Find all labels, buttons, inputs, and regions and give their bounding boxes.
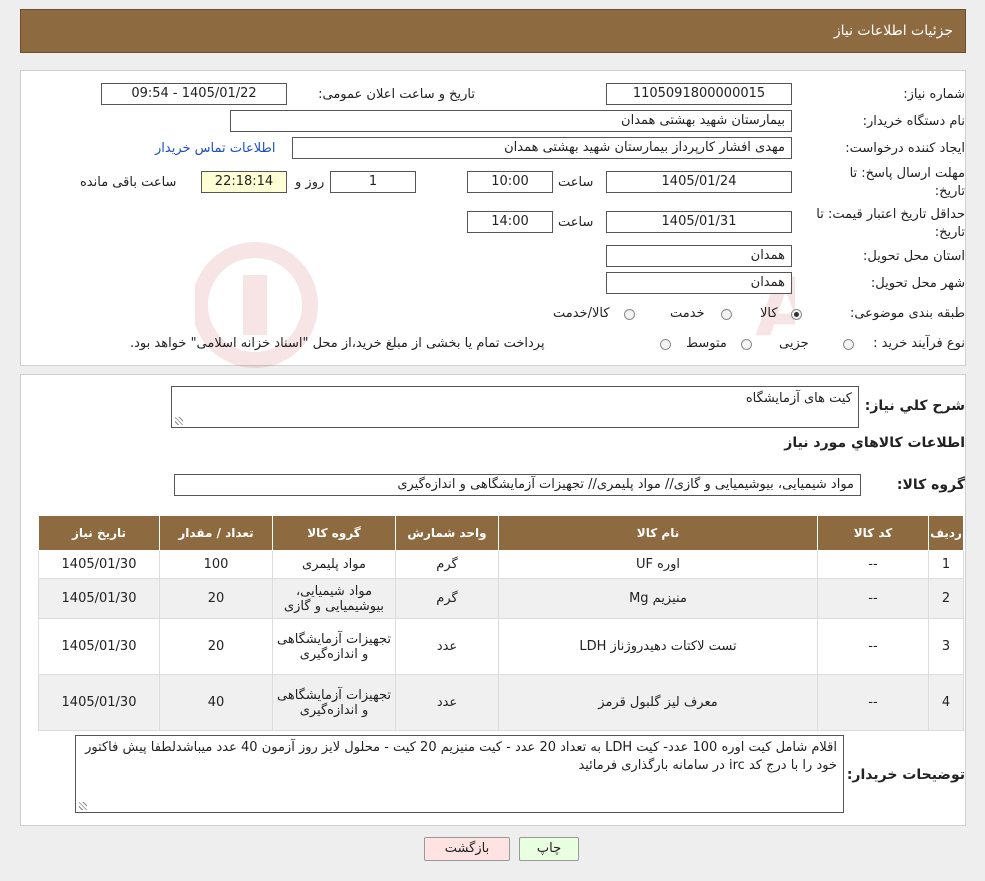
category-service-label: خدمت (670, 306, 705, 321)
col-group: گروه کالا (272, 515, 396, 551)
col-date: تاریخ نیاز (38, 515, 160, 551)
table-header-row: رديف کد کالا نام کالا واحد شمارش گروه کا… (38, 515, 964, 551)
goods-group-label: گروه کالا: (896, 477, 965, 493)
resize-grip-icon[interactable] (79, 802, 87, 810)
cell-unit: گرم (395, 578, 499, 619)
process-medium-label: متوسط (686, 336, 727, 351)
reply-date-field: 1405/01/24 (606, 171, 792, 193)
category-goods-radio[interactable] (791, 309, 802, 320)
cell-name: تست لاکتات دهیدروژناز LDH (498, 618, 818, 675)
cell-group: مواد شیمیایی، بیوشیمیایی و گازی (272, 578, 396, 619)
need-number-label: شماره نیاز: (903, 87, 965, 102)
cell-code: -- (817, 550, 929, 579)
summary-textarea[interactable]: کیت های آزمایشگاه (171, 386, 859, 428)
page-title: جزئیات اطلاعات نیاز (833, 23, 953, 39)
col-qty: تعداد / مقدار (159, 515, 273, 551)
table-row: 3 -- تست لاکتات دهیدروژناز LDH عدد تجهیز… (38, 618, 964, 675)
cell-code: -- (817, 674, 929, 731)
buyer-notes-text: اقلام شامل کیت اوره 100 عدد- کیت LDH به … (85, 740, 837, 773)
cell-name: اوره UF (498, 550, 818, 579)
need-number-field: 1105091800000015 (606, 83, 792, 105)
cell-code: -- (817, 618, 929, 675)
cell-row-number: 3 (928, 618, 964, 675)
reply-deadline-label-2: تاریخ: (934, 184, 965, 199)
cell-date: 1405/01/30 (38, 618, 160, 675)
category-label: طبقه بندی موضوعی: (849, 306, 965, 321)
price-validity-label-2: تاریخ: (934, 225, 965, 240)
province-label: استان محل تحویل: (863, 249, 965, 264)
cell-unit: عدد (395, 674, 499, 731)
announce-label: تاریخ و ساعت اعلان عمومی: (318, 87, 475, 102)
category-service-radio[interactable] (721, 309, 732, 320)
process-medium-radio[interactable] (741, 339, 752, 350)
remaining-time-field: 22:18:14 (201, 171, 287, 193)
remaining-time-label: ساعت باقی مانده (80, 175, 177, 190)
buyer-notes-textarea[interactable]: اقلام شامل کیت اوره 100 عدد- کیت LDH به … (75, 735, 844, 813)
col-name: نام کالا (498, 515, 818, 551)
reply-time-field: 10:00 (467, 171, 553, 193)
cell-group: مواد پلیمری (272, 550, 396, 579)
reply-days-field: 1 (330, 171, 416, 193)
cell-qty: 20 (159, 578, 273, 619)
price-validity-label: حداقل تاریخ اعتبار قیمت: تا (816, 207, 965, 222)
summary-text: کیت های آزمایشگاه (745, 391, 852, 406)
buyer-notes-label: توضیحات خریدار: (846, 767, 965, 783)
page-header: جزئیات اطلاعات نیاز (20, 9, 966, 53)
col-row-number: رديف (928, 515, 964, 551)
reply-deadline-label: مهلت ارسال پاسخ: تا (849, 166, 965, 181)
announce-field: 1405/01/22 - 09:54 (101, 83, 287, 105)
process-treasury-radio[interactable] (660, 339, 671, 350)
cell-name: معرف لیز گلبول قرمز (498, 674, 818, 731)
cell-row-number: 1 (928, 550, 964, 579)
price-validity-time-field: 14:00 (467, 211, 553, 233)
table-row: 2 -- منیزیم Mg گرم مواد شیمیایی، بیوشیمی… (38, 578, 964, 619)
back-button[interactable]: بازگشت (424, 837, 510, 861)
requester-label: ایجاد کننده درخواست: (845, 141, 965, 156)
cell-unit: عدد (395, 618, 499, 675)
cell-row-number: 4 (928, 674, 964, 731)
resize-grip-icon[interactable] (175, 417, 183, 425)
process-note: پرداخت تمام یا بخشی از مبلغ خرید،از محل … (130, 336, 545, 351)
print-button[interactable]: چاپ (519, 837, 579, 861)
requester-field: مهدی افشار کارپرداز بیمارستان شهید بهشتی… (292, 137, 792, 159)
process-label: نوع فرآیند خرید : (873, 336, 965, 351)
category-goods-service-label: کالا/خدمت (553, 306, 610, 321)
cell-date: 1405/01/30 (38, 550, 160, 579)
process-minor-label: جزیی (779, 336, 809, 351)
province-field: همدان (606, 245, 792, 267)
buyer-org-field: بیمارستان شهید بهشتی همدان (230, 110, 792, 132)
col-code: کد کالا (817, 515, 929, 551)
buyer-contact-link[interactable]: اطلاعات تماس خریدار (155, 141, 275, 156)
goods-info-title: اطلاعات کالاهاي مورد نياز (784, 435, 965, 451)
cell-unit: گرم (395, 550, 499, 579)
category-goods-service-radio[interactable] (624, 309, 635, 320)
summary-label: شرح کلي نياز: (864, 398, 965, 414)
buyer-org-label: نام دستگاه خریدار: (862, 114, 965, 129)
cell-row-number: 2 (928, 578, 964, 619)
cell-qty: 20 (159, 618, 273, 675)
cell-date: 1405/01/30 (38, 578, 160, 619)
table-row: 4 -- معرف لیز گلبول قرمز عدد تجهیزات آزم… (38, 674, 964, 731)
price-validity-time-label: ساعت (558, 215, 594, 230)
city-label: شهر محل تحویل: (870, 276, 965, 291)
cell-code: -- (817, 578, 929, 619)
cell-group: تجهیزات آزمایشگاهی و اندازه‌گیری (272, 674, 396, 731)
city-field: همدان (606, 272, 792, 294)
reply-time-label: ساعت (558, 175, 594, 190)
cell-group: تجهیزات آزمایشگاهی و اندازه‌گیری (272, 618, 396, 675)
col-unit: واحد شمارش (395, 515, 499, 551)
category-goods-label: کالا (760, 306, 778, 321)
table-row: 1 -- اوره UF گرم مواد پلیمری 100 1405/01… (38, 550, 964, 579)
cell-qty: 100 (159, 550, 273, 579)
cell-name: منیزیم Mg (498, 578, 818, 619)
cell-qty: 40 (159, 674, 273, 731)
goods-group-field: مواد شیمیایی، بیوشیمیایی و گازی// مواد پ… (174, 474, 861, 496)
cell-date: 1405/01/30 (38, 674, 160, 731)
price-validity-date-field: 1405/01/31 (606, 211, 792, 233)
goods-table: رديف کد کالا نام کالا واحد شمارش گروه کا… (38, 515, 964, 731)
reply-days-label: روز و (295, 175, 325, 190)
process-minor-radio[interactable] (843, 339, 854, 350)
